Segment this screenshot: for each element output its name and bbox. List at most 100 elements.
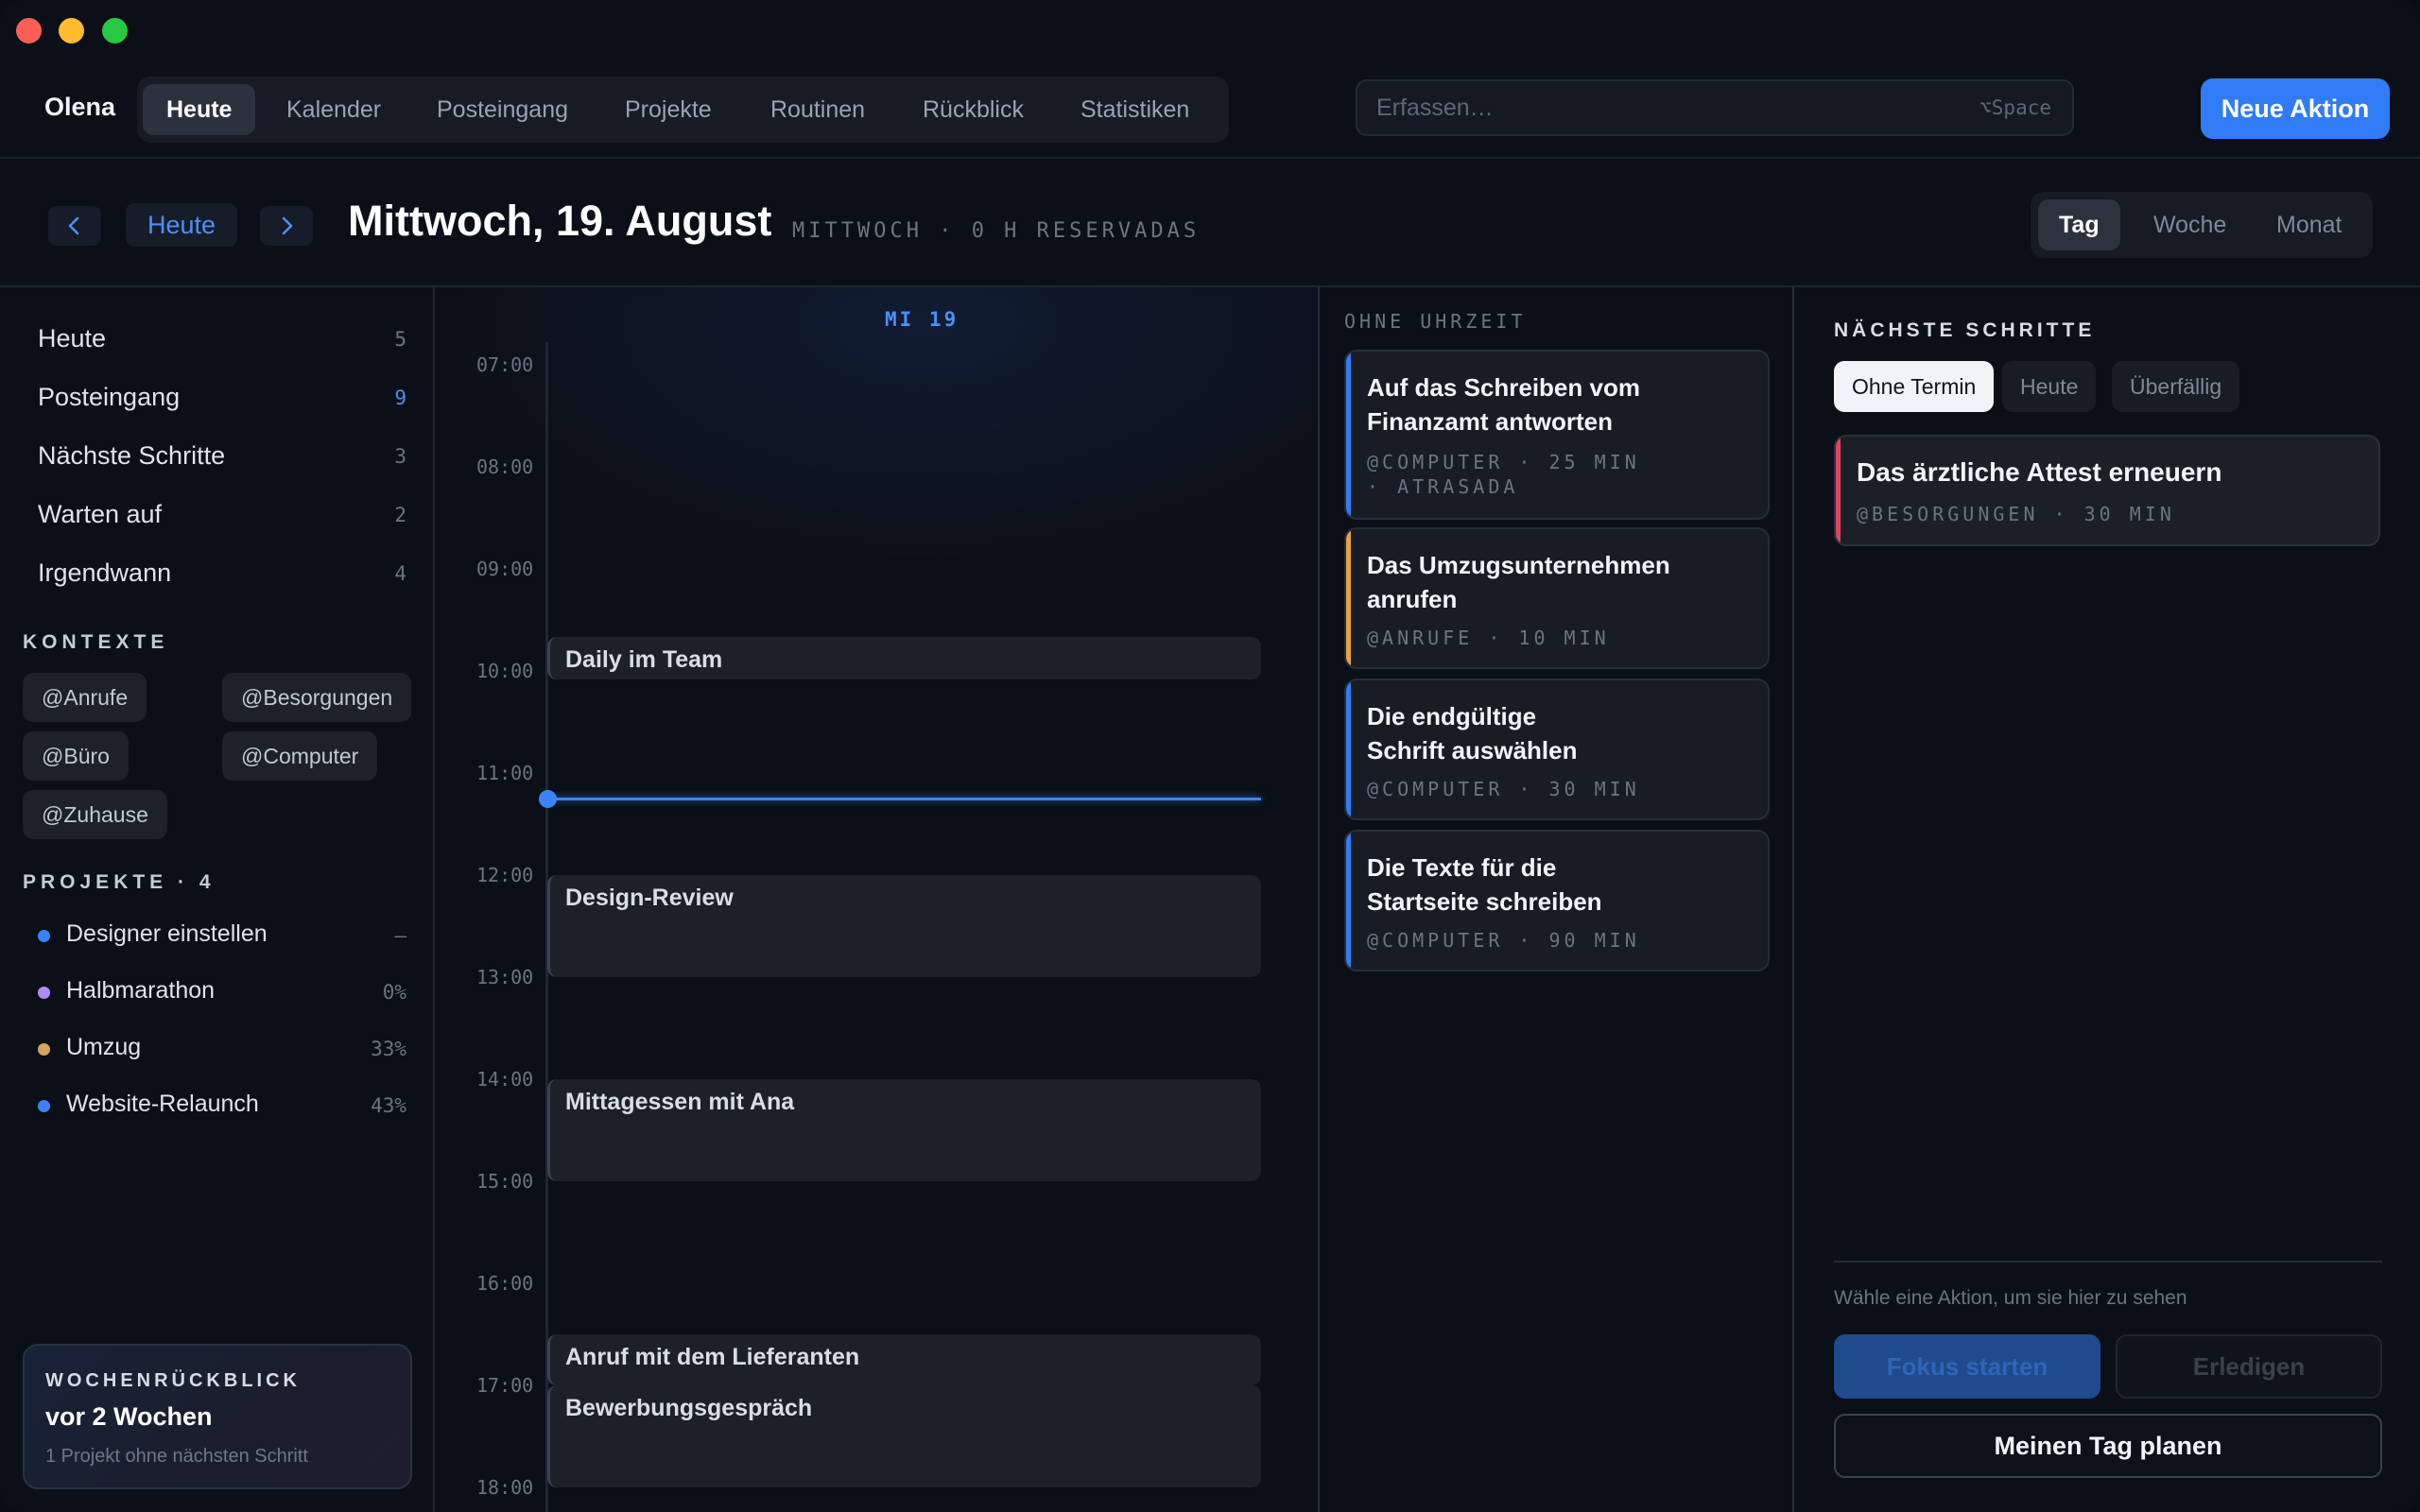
- view-day[interactable]: Tag: [2038, 199, 2120, 250]
- app-window: Olena Heute Kalender Posteingang Projekt…: [0, 0, 2420, 1512]
- project-item-website-relaunch[interactable]: Website-Relaunch 43%: [38, 1087, 406, 1125]
- plan-day-button[interactable]: Meinen Tag planen: [1834, 1414, 2382, 1478]
- event-title: Design-Review: [565, 885, 734, 911]
- start-focus-button[interactable]: Fokus starten: [1834, 1334, 2100, 1399]
- calendar-event[interactable]: Bewerbungsgespräch: [547, 1385, 1261, 1487]
- unscheduled-column: OHNE UHRZEIT Auf das Schreiben vom Finan…: [1322, 287, 1794, 1512]
- today-button[interactable]: Heute: [126, 203, 237, 247]
- filter-ohne-termin[interactable]: Ohne Termin: [1834, 361, 1995, 412]
- event-title: Bewerbungsgespräch: [565, 1395, 813, 1421]
- zoom-window-button[interactable]: [102, 18, 128, 43]
- hour-label: 08:00: [476, 455, 534, 478]
- capture-shortcut: ⌥Space: [1979, 96, 2051, 119]
- tab-kalender[interactable]: Kalender: [263, 84, 405, 135]
- hour-label: 18:00: [476, 1476, 534, 1499]
- task-meta: @COMPUTER · 25 MIN: [1367, 451, 1640, 473]
- hour-label: 07:00: [476, 353, 534, 376]
- date-header: Heute Mittwoch, 19. August MITTWOCH · 0 …: [0, 159, 2420, 287]
- contexts-heading: KONTEXTE: [23, 631, 169, 653]
- next-action-title: Das ärztliche Attest erneuern: [1857, 457, 2222, 487]
- task-card[interactable]: Die endgültige Schrift auswählen @COMPUT…: [1344, 679, 1770, 820]
- project-progress: 0%: [382, 981, 406, 1004]
- context-chip-buero[interactable]: @Büro: [23, 731, 129, 781]
- project-item-designer[interactable]: Designer einstellen —: [38, 917, 406, 954]
- sidebar-item-label: Nächste Schritte: [38, 441, 226, 470]
- minimize-window-button[interactable]: [59, 18, 84, 43]
- sidebar-item-count: 3: [394, 445, 406, 468]
- sidebar-item-posteingang[interactable]: Posteingang 9: [38, 377, 406, 419]
- view-month[interactable]: Monat: [2256, 199, 2362, 250]
- filter-heute[interactable]: Heute: [2002, 361, 2097, 412]
- task-meta: @ANRUFE · 10 MIN: [1367, 627, 1610, 649]
- project-label: Umzug: [66, 1034, 142, 1060]
- project-color-dot: [38, 1100, 50, 1112]
- previous-day-button[interactable]: [48, 206, 101, 246]
- weekly-review-card[interactable]: WOCHENRÜCKBLICK vor 2 Wochen 1 Projekt o…: [23, 1344, 412, 1489]
- sidebar: Heute 5 Posteingang 9 Nächste Schritte 3…: [0, 287, 435, 1512]
- next-day-button[interactable]: [260, 206, 313, 246]
- calendar-event[interactable]: Mittagessen mit Ana: [547, 1079, 1261, 1181]
- sidebar-item-label: Irgendwann: [38, 558, 172, 587]
- tab-heute[interactable]: Heute: [143, 84, 256, 135]
- sidebar-item-irgendwann[interactable]: Irgendwann 4: [38, 553, 406, 594]
- event-title: Mittagessen mit Ana: [565, 1089, 795, 1115]
- day-timeline: MI 19 07:00 08:00 09:00 10:00 11:00 12:00 13:0…: [437, 287, 1320, 1512]
- calendar-event[interactable]: Design-Review: [547, 875, 1261, 977]
- tab-statistiken[interactable]: Statistiken: [1057, 84, 1213, 135]
- tab-projekte[interactable]: Projekte: [601, 84, 735, 135]
- project-progress: 43%: [371, 1094, 406, 1117]
- date-subtitle: MITTWOCH · 0 H RESERVADAS: [792, 219, 1201, 243]
- new-action-button[interactable]: Neue Aktion: [2201, 78, 2390, 139]
- project-color-dot: [38, 930, 50, 942]
- next-action-card[interactable]: Das ärztliche Attest erneuern @BESORGUNG…: [1834, 435, 2380, 546]
- context-chip-zuhause[interactable]: @Zuhause: [23, 790, 167, 839]
- calendar-event[interactable]: Anruf mit dem Lieferanten: [547, 1334, 1261, 1385]
- hour-label: 17:00: [476, 1374, 534, 1397]
- current-time-line: [550, 798, 1261, 800]
- tab-rueckblick[interactable]: Rückblick: [899, 84, 1047, 135]
- task-title: Das Umzugsunternehmen anrufen: [1367, 551, 1670, 613]
- context-chip-anrufe[interactable]: @Anrufe: [23, 673, 147, 722]
- sidebar-item-warten-auf[interactable]: Warten auf 2: [38, 494, 406, 536]
- capture-input[interactable]: [1376, 81, 1944, 134]
- filter-ueberfaellig[interactable]: Überfällig: [2112, 361, 2240, 412]
- close-window-button[interactable]: [16, 18, 42, 43]
- top-navigation: Olena Heute Kalender Posteingang Projekt…: [0, 62, 2420, 159]
- page-title: Mittwoch, 19. August: [348, 197, 772, 245]
- task-card[interactable]: Auf das Schreiben vom Finanzamt antworte…: [1344, 350, 1770, 520]
- task-meta: @COMPUTER · 90 MIN: [1367, 929, 1640, 952]
- hour-label: 09:00: [476, 558, 534, 580]
- current-time-dot: [539, 790, 557, 808]
- hour-label: 12:00: [476, 864, 534, 886]
- task-card[interactable]: Das Umzugsunternehmen anrufen @ANRUFE · …: [1344, 527, 1770, 669]
- task-color-bar: [1346, 529, 1351, 667]
- sidebar-item-heute[interactable]: Heute 5: [38, 318, 406, 360]
- context-chip-besorgungen[interactable]: @Besorgungen: [222, 673, 412, 722]
- event-title: Anruf mit dem Lieferanten: [565, 1344, 860, 1370]
- sidebar-item-naechste-schritte[interactable]: Nächste Schritte 3: [38, 436, 406, 477]
- task-card[interactable]: Die Texte für die Startseite schreiben @…: [1344, 830, 1770, 971]
- project-item-halbmarathon[interactable]: Halbmarathon 0%: [38, 973, 406, 1011]
- project-item-umzug[interactable]: Umzug 33%: [38, 1030, 406, 1068]
- sidebar-item-label: Heute: [38, 324, 107, 352]
- tab-posteingang[interactable]: Posteingang: [413, 84, 592, 135]
- task-title: Die Texte für die Startseite schreiben: [1367, 853, 1602, 916]
- task-color-bar: [1346, 352, 1351, 518]
- capture-field: ⌥Space: [1356, 79, 2074, 136]
- event-title: Daily im Team: [565, 646, 723, 673]
- day-column-header: MI 19: [885, 308, 959, 331]
- sidebar-item-label: Posteingang: [38, 383, 181, 411]
- next-actions-panel: NÄCHSTE SCHRITTE Ohne Termin Heute Überf…: [1796, 287, 2420, 1512]
- calendar-event[interactable]: Daily im Team: [547, 637, 1261, 679]
- context-chip-computer[interactable]: @Computer: [222, 731, 378, 781]
- sidebar-item-count: 4: [394, 562, 406, 585]
- sidebar-item-count: 9: [394, 387, 406, 409]
- view-week[interactable]: Woche: [2133, 199, 2247, 250]
- task-meta-status: · ATRASADA: [1367, 475, 1519, 498]
- complete-button[interactable]: Erledigen: [2116, 1334, 2382, 1399]
- task-color-bar: [1346, 832, 1351, 970]
- main-tabs: Heute Kalender Posteingang Projekte Rout…: [137, 77, 1229, 143]
- view-switcher: Tag Woche Monat: [2031, 192, 2373, 258]
- project-progress: —: [394, 924, 406, 947]
- tab-routinen[interactable]: Routinen: [747, 84, 889, 135]
